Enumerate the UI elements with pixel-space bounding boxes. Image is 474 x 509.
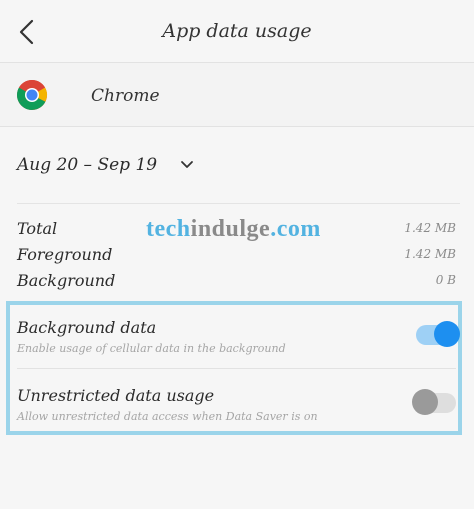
date-range-label: Aug 20 – Sep 19 <box>17 155 158 175</box>
toggle-description: Enable usage of cellular data in the bac… <box>17 342 286 355</box>
app-bar: App data usage <box>0 0 474 63</box>
usage-row-foreground: Foreground 1.42 MB <box>17 243 456 265</box>
usage-label: Background <box>17 270 116 290</box>
usage-label: Total <box>17 218 58 238</box>
usage-label: Foreground <box>17 244 113 264</box>
background-data-switch[interactable] <box>416 321 460 347</box>
usage-row-background: Background 0 B <box>17 269 456 291</box>
unrestricted-data-row[interactable]: Unrestricted data usage Allow unrestrict… <box>17 386 456 446</box>
chrome-icon <box>17 80 47 110</box>
switch-knob <box>434 321 460 347</box>
watermark-part: tech <box>146 216 191 242</box>
page-title: App data usage <box>162 20 312 42</box>
date-range-selector[interactable]: Aug 20 – Sep 19 <box>17 152 195 178</box>
chevron-down-icon <box>181 161 193 168</box>
background-data-row[interactable]: Background data Enable usage of cellular… <box>17 318 460 378</box>
watermark: techindulge.com <box>146 216 321 243</box>
app-name: Chrome <box>91 86 160 106</box>
toggle-title: Unrestricted data usage <box>17 386 215 405</box>
toggle-title: Background data <box>17 318 157 337</box>
app-info-row <box>0 63 474 127</box>
watermark-part: indulge <box>190 216 271 242</box>
watermark-part: .com <box>270 216 321 242</box>
usage-value: 1.42 MB <box>404 247 456 261</box>
usage-value: 0 B <box>435 273 456 287</box>
switch-knob <box>412 389 438 415</box>
usage-value: 1.42 MB <box>404 221 456 235</box>
divider <box>17 368 456 369</box>
divider <box>17 203 460 204</box>
toggle-description: Allow unrestricted data access when Data… <box>17 410 318 423</box>
unrestricted-data-switch[interactable] <box>412 389 456 415</box>
